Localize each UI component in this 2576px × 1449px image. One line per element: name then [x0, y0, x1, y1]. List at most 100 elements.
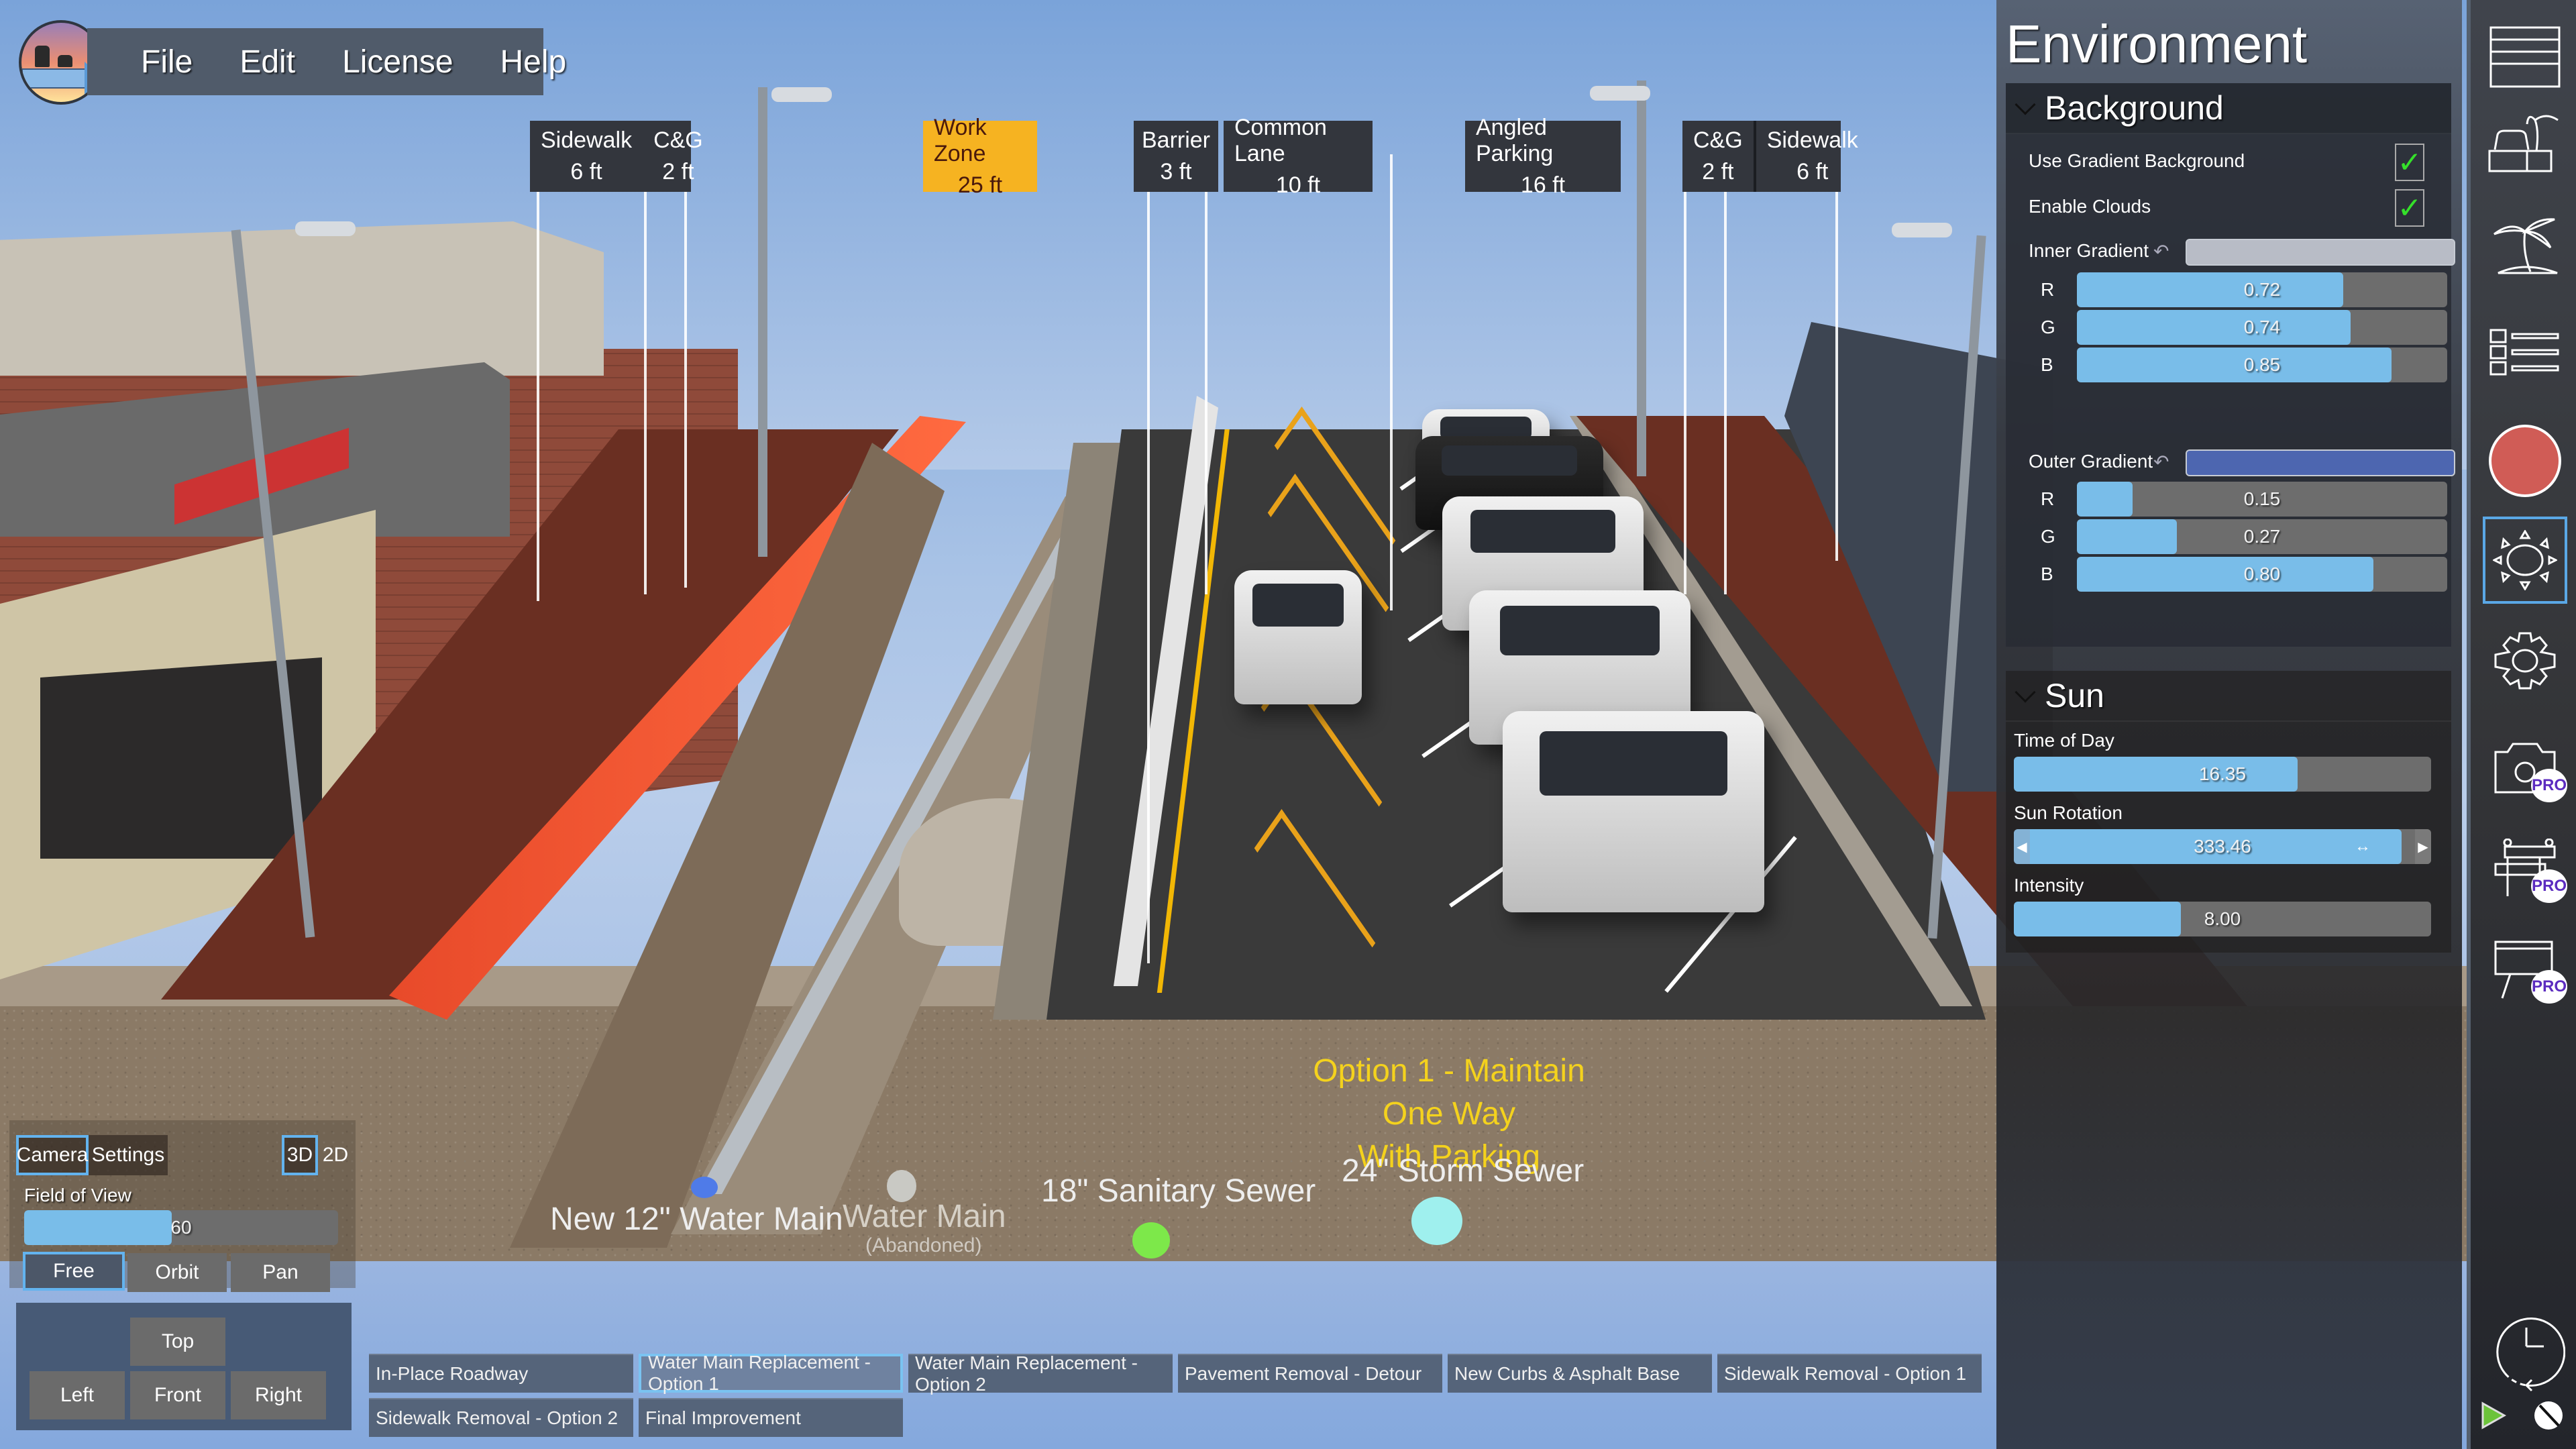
menu-license[interactable]: License — [342, 44, 453, 80]
mode-2d[interactable]: 2D — [318, 1135, 353, 1175]
reset-outer-gradient-icon[interactable]: ↶ — [2153, 451, 2169, 473]
increment-arrow-icon[interactable]: ▶ — [2415, 829, 2431, 864]
view-top-button[interactable]: Top — [130, 1318, 225, 1366]
tab-camera[interactable]: Camera — [16, 1135, 89, 1175]
view-left-button[interactable]: Left — [30, 1371, 125, 1419]
disable-button[interactable] — [2528, 1389, 2569, 1442]
streetscape-button[interactable] — [2483, 101, 2567, 188]
streetscape-icon — [2488, 115, 2559, 172]
nav-pan-button[interactable]: Pan — [231, 1253, 330, 1292]
slider-value: 0.72 — [2243, 279, 2281, 300]
inner-gradient-swatch[interactable] — [2186, 239, 2455, 266]
outer-gradient-swatch[interactable] — [2186, 449, 2455, 476]
vegetation-button[interactable] — [2483, 201, 2567, 288]
dim-name: Angled Parking — [1476, 114, 1554, 166]
utility-label-storm-sewer: 24" Storm Sewer — [1342, 1153, 1585, 1189]
inner-gradient-r-slider[interactable]: 0.72 — [2077, 272, 2447, 307]
background-section-header[interactable]: Background — [2006, 83, 2451, 134]
inner-gradient-g-slider[interactable]: 0.74 — [2077, 310, 2447, 345]
parked-van — [1503, 711, 1764, 912]
utility-sublabel-abandoned: (Abandoned) — [865, 1234, 982, 1256]
pro-badge: PRO — [2531, 970, 2567, 1004]
scenario-tab[interactable]: In-Place Roadway — [369, 1354, 633, 1393]
dim-name: C&G — [653, 127, 703, 153]
timeline-history-button[interactable] — [2483, 1305, 2567, 1399]
dim-width: 16 ft — [1520, 172, 1566, 198]
traffic-control-button[interactable]: PRO — [2483, 825, 2567, 912]
scenario-tab[interactable]: Water Main Replacement - Option 2 — [908, 1352, 1173, 1395]
reset-inner-gradient-icon[interactable]: ↶ — [2153, 240, 2169, 262]
channel-label-b: B — [2041, 354, 2053, 375]
outer-gradient-g-slider[interactable]: 0.27 — [2077, 519, 2447, 554]
sun-section-header[interactable]: Sun — [2006, 671, 2451, 722]
layers-button[interactable] — [2483, 13, 2567, 101]
inner-gradient-b-slider[interactable]: 0.85 — [2077, 347, 2447, 382]
dim-label-angled-parking: Angled Parking 16 ft — [1465, 115, 1621, 198]
time-of-day-slider[interactable]: 16.35 — [2014, 757, 2431, 792]
chevron-down-icon — [2015, 682, 2036, 703]
slider-value: 0.74 — [2243, 317, 2281, 337]
view-right-button[interactable]: Right — [231, 1371, 326, 1419]
record-button[interactable] — [2483, 417, 2567, 504]
mode-3d[interactable]: 3D — [282, 1135, 318, 1175]
sun-icon — [2493, 530, 2557, 590]
fov-slider[interactable]: 60 — [24, 1210, 338, 1245]
dim-width: 6 ft — [570, 159, 602, 184]
lamp-head — [1892, 223, 1952, 237]
panel-title: Environment — [2006, 14, 2308, 74]
slider-value: 60 — [170, 1217, 192, 1238]
outer-gradient-label: Outer Gradient — [2029, 451, 2153, 472]
menu-help[interactable]: Help — [500, 44, 567, 80]
slider-value: 16.35 — [2198, 763, 2247, 784]
use-gradient-checkbox[interactable]: ✓ — [2395, 144, 2424, 181]
scenario-tab[interactable]: Final Improvement — [639, 1398, 903, 1437]
dimension-line — [1835, 158, 1838, 561]
outer-gradient-r-slider[interactable]: 0.15 — [2077, 482, 2447, 517]
nav-free-button[interactable]: Free — [23, 1252, 125, 1291]
clock-history-icon — [2496, 1317, 2565, 1392]
settings-button[interactable] — [2483, 617, 2567, 704]
scenario-tab-active[interactable]: Water Main Replacement - Option 1 — [639, 1352, 903, 1394]
menu-file[interactable]: File — [141, 44, 193, 80]
dim-cell: Common Lane 10 ft — [1224, 115, 1373, 198]
utility-label-new-water-main: New 12" Water Main — [550, 1201, 843, 1237]
scenario-tab[interactable]: Pavement Removal - Detour — [1178, 1354, 1442, 1393]
tab-settings[interactable]: Settings — [89, 1135, 168, 1175]
enable-clouds-label: Enable Clouds — [2029, 196, 2151, 217]
fov-label: Field of View — [24, 1185, 131, 1205]
checklist-button[interactable] — [2483, 309, 2567, 396]
nav-orbit-button[interactable]: Orbit — [127, 1253, 227, 1292]
view-front-button[interactable]: Front — [130, 1371, 225, 1419]
lamp-head — [1590, 86, 1650, 101]
dim-label-sidewalk-cg-left: Sidewalk 6 ft C&G 2 ft — [530, 121, 703, 192]
dimension-line — [644, 192, 647, 594]
camera-settings-button[interactable]: PRO — [2483, 724, 2567, 812]
dimension-line — [1684, 192, 1686, 594]
menu-edit[interactable]: Edit — [239, 44, 295, 80]
pro-badge: PRO — [2531, 769, 2567, 802]
environment-panel: Environment Background Use Gradient Back… — [1996, 0, 2462, 1449]
sun-rotation-slider[interactable]: ◀ 333.46 ↔ ▶ — [2014, 829, 2431, 864]
slider-value: 0.15 — [2243, 488, 2281, 509]
camera-panel: Camera Settings 3D 2D Field of View 60 F… — [9, 1120, 356, 1440]
scenario-tab[interactable]: New Curbs & Asphalt Base — [1448, 1354, 1712, 1393]
dim-cell: Sidewalk 6 ft — [530, 121, 643, 192]
dimension-line — [684, 192, 687, 588]
scenario-tab[interactable]: Sidewalk Removal - Option 2 — [369, 1398, 633, 1437]
dim-width: 10 ft — [1275, 172, 1321, 198]
scenario-tab[interactable]: Sidewalk Removal - Option 1 — [1717, 1354, 1982, 1393]
utility-label-sanitary-sewer: 18" Sanitary Sewer — [1041, 1173, 1316, 1209]
signage-button[interactable]: PRO — [2483, 926, 2567, 1013]
enable-clouds-checkbox[interactable]: ✓ — [2395, 189, 2424, 227]
play-button[interactable] — [2473, 1389, 2514, 1442]
intensity-slider[interactable]: 8.00 — [2014, 902, 2431, 936]
arrow-icon — [21, 68, 86, 89]
environment-button[interactable] — [2483, 517, 2567, 604]
checklist-icon — [2489, 329, 2559, 376]
dim-cell: Work Zone 25 ft — [923, 115, 1037, 198]
menu-bar: File Edit License Help — [87, 28, 566, 95]
lamp-head — [771, 87, 832, 102]
inner-gradient-label: Inner Gradient — [2029, 240, 2149, 261]
intensity-label: Intensity — [2014, 875, 2084, 896]
outer-gradient-b-slider[interactable]: 0.80 — [2077, 557, 2447, 592]
